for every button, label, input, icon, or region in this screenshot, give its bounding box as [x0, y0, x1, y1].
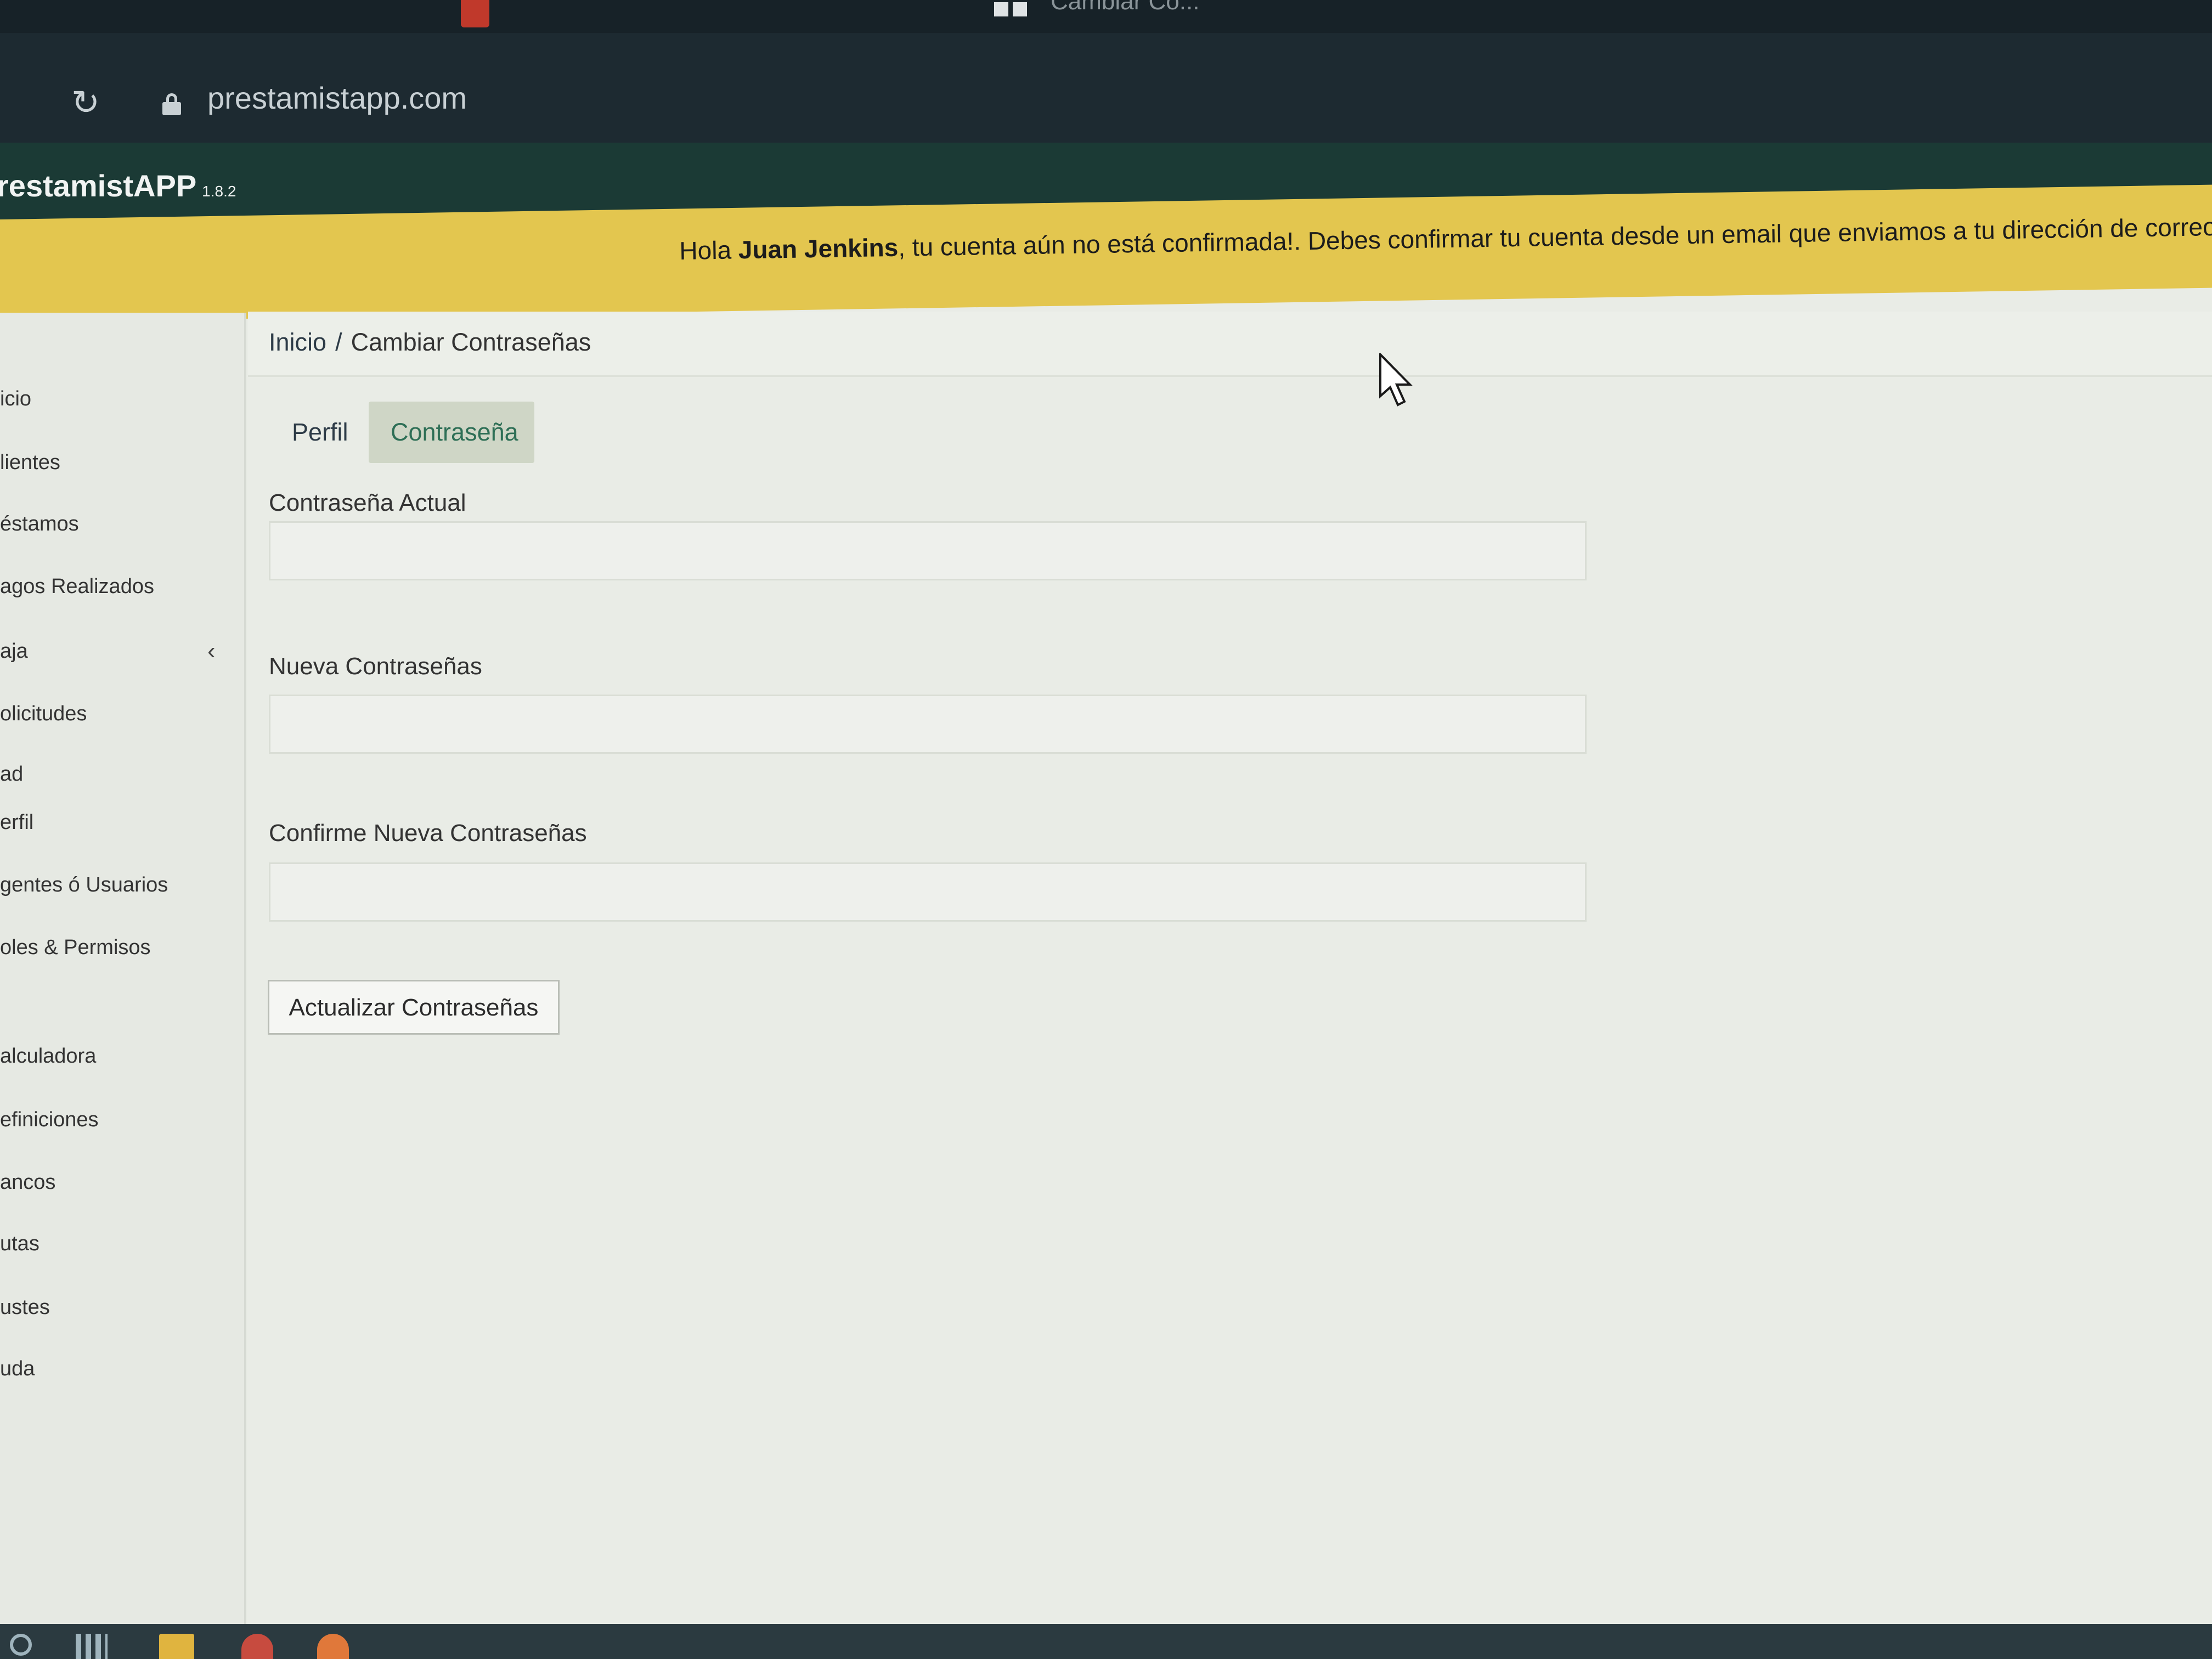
breadcrumb-separator: / — [335, 328, 342, 356]
sidebar-item-bancos[interactable]: ancos — [0, 1171, 55, 1194]
cursor-icon — [1379, 353, 1413, 407]
sidebar — [0, 313, 246, 1624]
update-password-button[interactable]: Actualizar Contraseñas — [268, 980, 560, 1035]
gmail-tab-icon[interactable] — [461, 0, 489, 27]
alert-user: Juan Jenkins — [738, 233, 899, 264]
alert-prefix: Hola — [679, 235, 739, 265]
sidebar-item-ajustes[interactable]: ustes — [0, 1296, 50, 1319]
folder-icon[interactable] — [159, 1634, 194, 1659]
sidebar-item-agentes-usuarios[interactable]: gentes ó Usuarios — [0, 873, 168, 897]
tab-perfil[interactable]: Perfil — [270, 402, 369, 463]
sidebar-item-clientes[interactable]: lientes — [0, 451, 60, 475]
breadcrumb-current: Cambiar Contraseñas — [351, 328, 591, 356]
app-version: 1.8.2 — [202, 183, 236, 200]
new-password-field[interactable] — [269, 695, 1587, 754]
sidebar-item-inicio[interactable]: icio — [0, 387, 31, 411]
sidebar-item-prestamos[interactable]: éstamos — [0, 512, 79, 536]
search-icon[interactable] — [10, 1634, 32, 1656]
sidebar-item-ayuda[interactable]: uda — [0, 1357, 35, 1381]
task-view-icon[interactable] — [76, 1634, 108, 1659]
reload-icon[interactable]: ↻ — [71, 86, 100, 120]
new-password-label: Nueva Contraseñas — [269, 653, 482, 680]
document-tab-icon[interactable] — [994, 0, 1030, 27]
sidebar-item-pagos-realizados[interactable]: agos Realizados — [0, 575, 154, 599]
current-password-field[interactable] — [269, 521, 1587, 580]
browser-tab-title[interactable]: Cambiar Co... — [1051, 0, 1199, 15]
sidebar-item-roles-permisos[interactable]: oles & Permisos — [0, 936, 151, 960]
sidebar-item-rutas[interactable]: utas — [0, 1232, 40, 1256]
lock-icon[interactable] — [162, 93, 181, 115]
breadcrumb: Inicio / Cambiar Contraseñas — [269, 328, 591, 357]
app-brand[interactable]: restamistAPP 1.8.2 — [0, 168, 236, 204]
browser-chrome: Cambiar Co... ↻ prestamistapp.com — [0, 0, 2212, 143]
address-bar-url[interactable]: prestamistapp.com — [207, 80, 467, 116]
sidebar-item-definiciones[interactable]: efiniciones — [0, 1108, 99, 1132]
tab-contrasena[interactable]: Contraseña — [369, 402, 534, 463]
sidebar-item-seguridad: ad — [0, 763, 24, 786]
confirm-password-label: Confirme Nueva Contraseñas — [269, 820, 587, 847]
app-name: restamistAPP — [0, 168, 197, 203]
chevron-left-icon[interactable]: ‹ — [207, 637, 216, 665]
breadcrumb-home-link[interactable]: Inicio — [269, 328, 326, 356]
sidebar-item-caja[interactable]: aja — [0, 640, 28, 663]
sidebar-item-solicitudes[interactable]: olicitudes — [0, 702, 87, 726]
sidebar-item-perfil[interactable]: erfil — [0, 811, 33, 834]
confirm-password-field[interactable] — [269, 862, 1587, 922]
sidebar-item-calculadora[interactable]: alculadora — [0, 1045, 96, 1068]
current-password-label: Contraseña Actual — [269, 489, 466, 516]
